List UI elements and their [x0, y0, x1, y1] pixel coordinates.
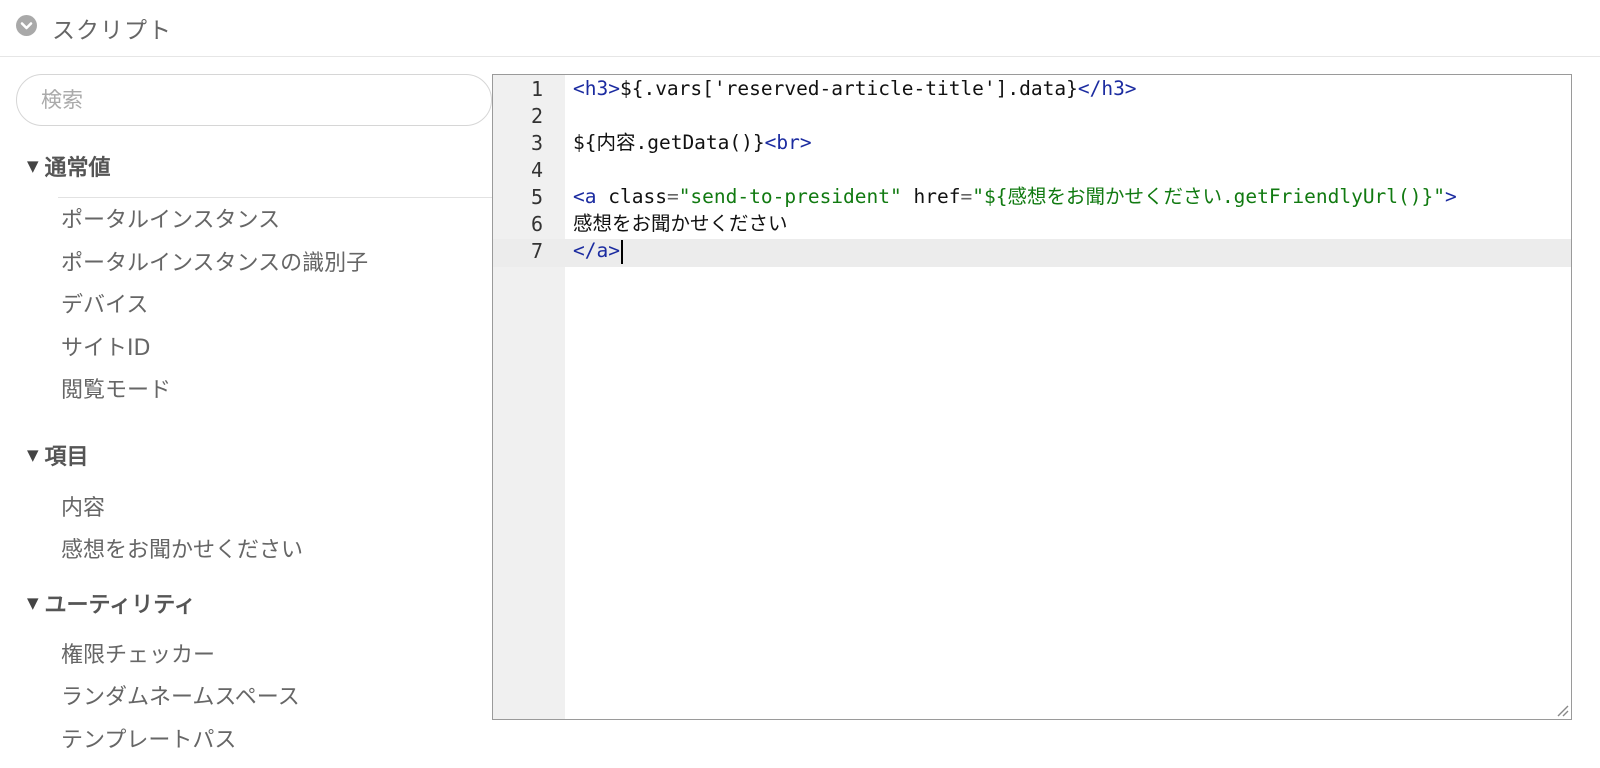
variable-item[interactable]: 感想をお聞かせください	[61, 532, 303, 564]
code-line-1[interactable]: <h3>${.vars['reserved-article-title'].da…	[573, 75, 1137, 103]
code-token: ${内容.getData()}	[573, 131, 765, 154]
code-token: 感想をお聞かせください	[573, 212, 788, 235]
variable-item[interactable]: ポータルインスタンス	[61, 202, 280, 234]
code-token: >	[1445, 185, 1457, 208]
code-token: "${感想をお聞かせください.getFriendlyUrl()}"	[972, 185, 1445, 208]
group-header-fields[interactable]: ▼ 項目	[27, 439, 89, 471]
text-cursor	[620, 239, 623, 264]
code-token: <h3>	[573, 77, 620, 100]
variable-item[interactable]: テンプレートパス	[61, 722, 236, 754]
line-number: 2	[530, 104, 543, 128]
group-label: 通常値	[44, 156, 111, 181]
code-line-3[interactable]: ${内容.getData()}<br>	[573, 129, 812, 157]
code-line-6[interactable]: 感想をお聞かせください	[573, 210, 788, 238]
variable-item[interactable]: 権限チェッカー	[61, 637, 215, 669]
line-number: 4	[530, 158, 543, 182]
code-line-7[interactable]: </a>	[573, 237, 623, 265]
active-line-highlight	[493, 239, 1571, 267]
code-token: <br>	[764, 131, 812, 154]
code-token: "send-to-president"	[678, 185, 902, 208]
line-number: 6	[530, 212, 543, 236]
code-token: <a	[573, 185, 597, 208]
panel-title: スクリプト	[52, 18, 172, 44]
line-number: 3	[530, 131, 543, 155]
caret-down-icon: ▼	[27, 446, 39, 464]
line-number: 5	[530, 185, 543, 209]
caret-down-icon: ▼	[27, 157, 39, 175]
divider	[58, 197, 492, 198]
group-header-general[interactable]: ▼ 通常値	[27, 150, 111, 182]
line-number: 7	[530, 239, 543, 263]
code-token: </h3>	[1077, 77, 1137, 100]
code-token: class	[608, 185, 667, 208]
code-token: ${.vars['reserved-article-title'].data}	[619, 77, 1078, 100]
group-label: 項目	[44, 445, 89, 470]
script-panel-header[interactable]: スクリプト	[0, 0, 1600, 57]
variable-item[interactable]: デバイス	[61, 287, 148, 319]
code-editor[interactable]: 1 2 3 4 5 6 7 <h3>${.vars['reserved-arti…	[492, 74, 1572, 720]
code-token: href	[913, 185, 961, 208]
variable-item[interactable]: ランダムネームスペース	[61, 679, 300, 711]
search-input[interactable]	[16, 74, 492, 126]
code-token: </a>	[573, 239, 620, 262]
caret-down-icon: ▼	[27, 594, 39, 612]
variable-item[interactable]: サイトID	[61, 330, 150, 362]
group-label: ユーティリティ	[44, 593, 196, 618]
chevron-circle-down-icon[interactable]	[16, 15, 37, 36]
line-number: 1	[530, 77, 543, 101]
variable-item[interactable]: 内容	[61, 490, 105, 522]
variable-item[interactable]: 閲覧モード	[61, 372, 171, 404]
variable-item[interactable]: ポータルインスタンスの識別子	[61, 245, 368, 277]
code-line-5[interactable]: <a class="send-to-president" href="${感想を…	[573, 183, 1457, 211]
group-header-utilities[interactable]: ▼ ユーティリティ	[27, 587, 196, 619]
resize-handle-icon[interactable]	[1555, 703, 1569, 717]
